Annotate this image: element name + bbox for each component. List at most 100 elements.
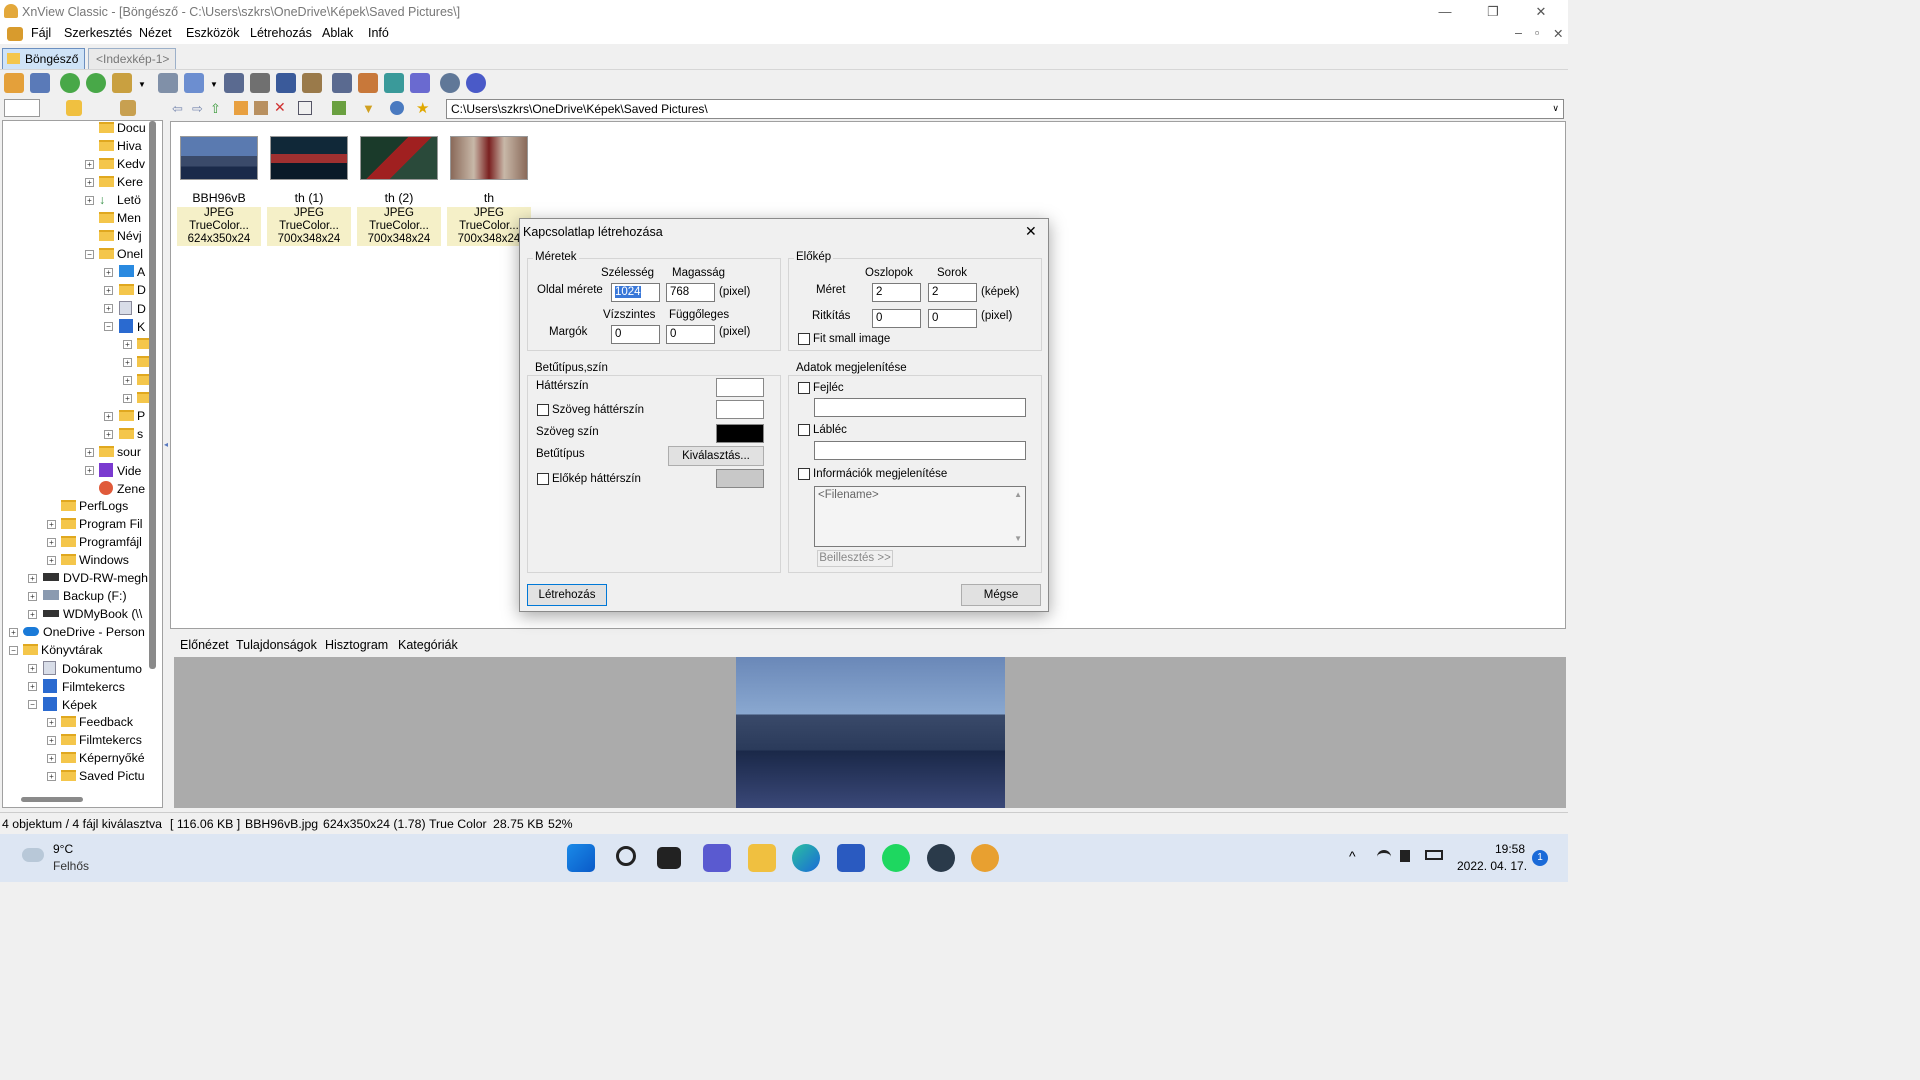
background-color-swatch[interactable]: [716, 378, 764, 397]
spacing-vertical-input[interactable]: 0: [928, 309, 977, 328]
columns-input[interactable]: 2: [872, 283, 921, 302]
choose-font-button[interactable]: Kiválasztás...: [668, 446, 764, 466]
tree-item[interactable]: Filmtekercs: [61, 733, 142, 751]
weather-description[interactable]: Felhős: [53, 859, 89, 873]
rows-input[interactable]: 2: [928, 283, 977, 302]
tree-item[interactable]: Könyvtárak: [23, 643, 103, 661]
expand-icon[interactable]: +: [47, 718, 56, 727]
forward-icon[interactable]: ⇨: [192, 101, 203, 117]
tree-item[interactable]: PerfLogs: [61, 499, 128, 517]
menu-view[interactable]: Nézet: [139, 26, 172, 40]
header-input[interactable]: [814, 398, 1026, 417]
collapse-icon[interactable]: −: [104, 322, 113, 331]
tree-item[interactable]: Feedback: [61, 715, 133, 733]
mdi-minimize-button[interactable]: –: [1515, 26, 1522, 40]
start-icon[interactable]: [567, 844, 595, 872]
scan-icon[interactable]: [276, 73, 296, 93]
delete-icon[interactable]: ✕: [274, 99, 286, 116]
find-icon[interactable]: [224, 73, 244, 93]
folders-tab-icon[interactable]: [4, 99, 40, 117]
capture-icon[interactable]: [302, 73, 322, 93]
expand-icon[interactable]: +: [47, 538, 56, 547]
tree-vertical-scrollbar[interactable]: [149, 121, 156, 669]
multipage-icon[interactable]: [410, 73, 430, 93]
footer-checkbox[interactable]: [798, 424, 810, 436]
tree-item[interactable]: Windows: [61, 553, 129, 571]
dialog-close-icon[interactable]: ✕: [1025, 223, 1037, 240]
chevron-down-icon[interactable]: ▼: [210, 80, 218, 89]
close-button[interactable]: ✕: [1518, 0, 1564, 24]
tree-item[interactable]: sour: [99, 445, 141, 463]
file-explorer-icon[interactable]: [748, 844, 776, 872]
expand-icon[interactable]: +: [47, 772, 56, 781]
header-checkbox[interactable]: [798, 382, 810, 394]
xnview-icon[interactable]: [971, 844, 999, 872]
chat-icon[interactable]: [703, 844, 731, 872]
menu-tools[interactable]: Eszközök: [186, 26, 240, 40]
expand-icon[interactable]: +: [123, 394, 132, 403]
favorite-star-icon[interactable]: ★: [416, 99, 429, 117]
collapse-icon[interactable]: −: [85, 250, 94, 259]
tree-item[interactable]: Backup (F:): [43, 589, 127, 607]
expand-icon[interactable]: +: [85, 178, 94, 187]
margin-vertical-input[interactable]: 0: [666, 325, 715, 344]
print-icon[interactable]: [250, 73, 270, 93]
tree-item[interactable]: Hiva: [99, 139, 142, 157]
menu-info[interactable]: Infó: [368, 26, 389, 40]
expand-icon[interactable]: +: [85, 160, 94, 169]
tree-item[interactable]: A: [119, 265, 145, 283]
tab-histogram[interactable]: Hisztogram: [325, 638, 388, 652]
expand-icon[interactable]: +: [28, 682, 37, 691]
steam-icon[interactable]: [927, 844, 955, 872]
expand-icon[interactable]: +: [123, 340, 132, 349]
tree-item[interactable]: Zene: [99, 481, 145, 499]
open-icon[interactable]: [4, 73, 24, 93]
footer-input[interactable]: [814, 441, 1026, 460]
catalog-tab-icon[interactable]: [120, 100, 136, 116]
tree-item[interactable]: OneDrive - Person: [23, 625, 145, 643]
tree-item[interactable]: Program Fil: [61, 517, 143, 535]
expand-icon[interactable]: +: [85, 466, 94, 475]
thumb-background-swatch[interactable]: [716, 469, 764, 488]
folder-tree[interactable]: Docu Hiva + Kedv + Kere + ↓ Letö Men Névj…: [2, 120, 163, 808]
tree-item[interactable]: Dokumentumo: [43, 661, 142, 679]
page-height-input[interactable]: 768: [666, 283, 715, 302]
expand-icon[interactable]: +: [104, 430, 113, 439]
app-menu-icon[interactable]: [7, 27, 23, 41]
margin-horizontal-input[interactable]: 0: [611, 325, 660, 344]
tab-preview[interactable]: Előnézet: [180, 638, 229, 652]
expand-icon[interactable]: +: [47, 556, 56, 565]
info-template-textarea[interactable]: <Filename> ▲ ▼: [814, 486, 1026, 547]
notification-badge[interactable]: 1: [1532, 850, 1548, 866]
chevron-down-icon[interactable]: ▼: [138, 80, 146, 89]
expand-icon[interactable]: +: [85, 448, 94, 457]
expand-icon[interactable]: +: [104, 412, 113, 421]
weather-icon[interactable]: [22, 848, 44, 862]
tree-item[interactable]: Névj: [99, 229, 142, 247]
tree-item[interactable]: Képek: [43, 697, 97, 715]
tree-item[interactable]: Vide: [99, 463, 141, 481]
menu-create[interactable]: Létrehozás: [250, 26, 312, 40]
weather-temperature[interactable]: 9°C: [53, 842, 73, 856]
address-input[interactable]: C:\Users\szkrs\OneDrive\Képek\Saved Pict…: [446, 99, 1564, 119]
expand-icon[interactable]: +: [9, 628, 18, 637]
tree-item[interactable]: ↓ Letö: [99, 193, 141, 211]
spotify-icon[interactable]: [882, 844, 910, 872]
back-icon[interactable]: ⇦: [172, 101, 183, 117]
minimize-button[interactable]: —: [1422, 0, 1468, 24]
menu-file[interactable]: Fájl: [31, 26, 51, 40]
favorites-tab-icon[interactable]: [66, 100, 82, 116]
tree-item[interactable]: K: [119, 319, 145, 337]
tab-browser[interactable]: Böngésző: [2, 48, 86, 69]
wifi-icon[interactable]: [1377, 850, 1391, 860]
expand-icon[interactable]: +: [47, 754, 56, 763]
search-icon[interactable]: [616, 846, 636, 866]
clock-time[interactable]: 19:58: [1495, 842, 1525, 856]
show-info-checkbox[interactable]: [798, 468, 810, 480]
tree-horizontal-scrollbar[interactable]: [21, 797, 83, 802]
expand-icon[interactable]: +: [123, 376, 132, 385]
refresh-icon[interactable]: [60, 73, 80, 93]
collapse-icon[interactable]: −: [9, 646, 18, 655]
filter-icon[interactable]: ▼: [362, 101, 375, 116]
task-view-icon[interactable]: [657, 847, 681, 869]
